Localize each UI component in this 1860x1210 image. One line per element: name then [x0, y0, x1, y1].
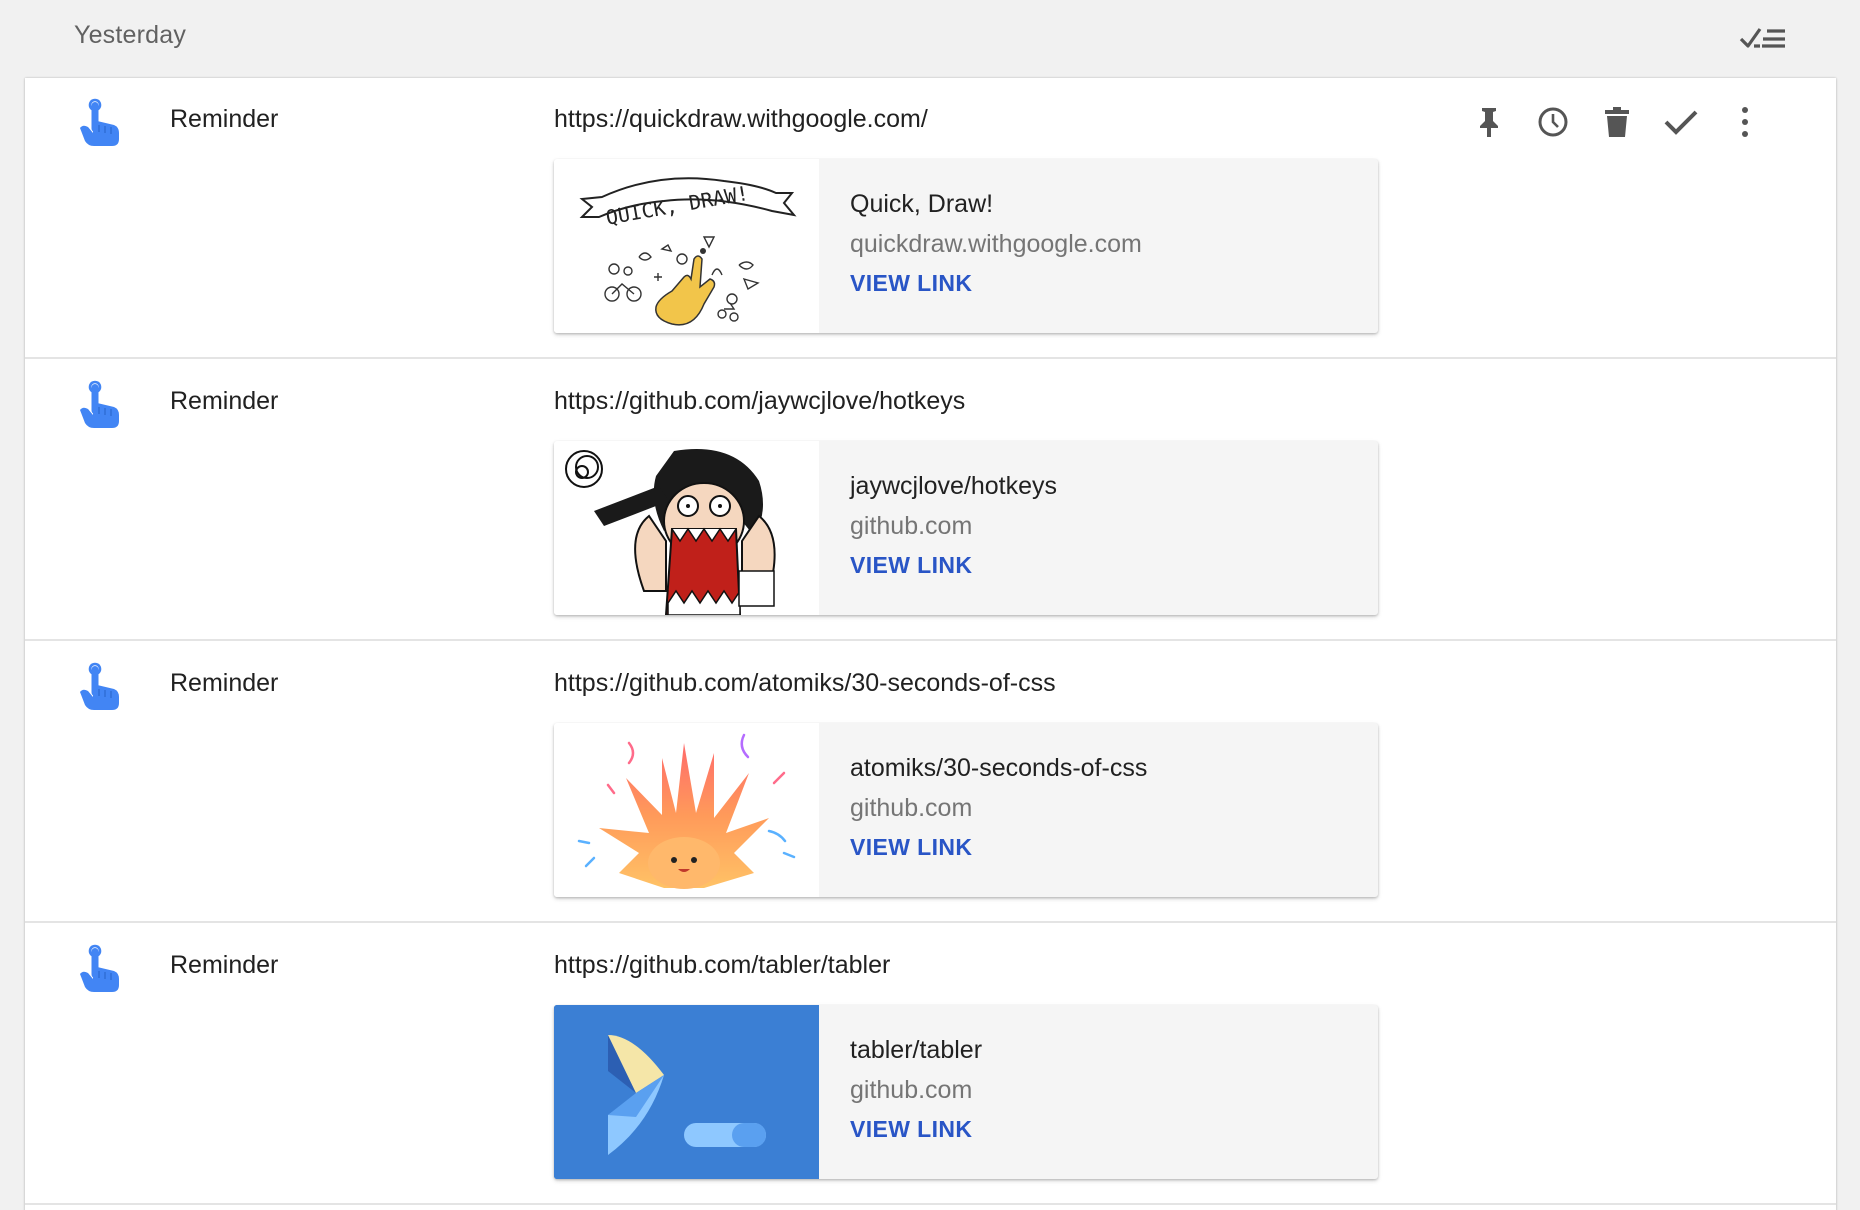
card-title: tabler/tabler: [850, 1036, 983, 1064]
item-url[interactable]: https://quickdraw.withgoogle.com/: [554, 105, 928, 134]
done-all-icon: [1739, 28, 1785, 48]
section-title: Yesterday: [74, 21, 187, 49]
view-link-button[interactable]: VIEW LINK: [850, 270, 972, 297]
card-title: Quick, Draw!: [850, 190, 994, 218]
quickdraw-thumbnail: QUICK, DRAW!: [554, 159, 819, 333]
view-link-button[interactable]: VIEW LINK: [850, 1116, 972, 1143]
view-link-button[interactable]: VIEW LINK: [850, 552, 972, 579]
reminder-finger-icon: [76, 380, 122, 430]
item-url[interactable]: https://github.com/tabler/tabler: [554, 951, 890, 980]
list-item[interactable]: Reminder https://github.com/jaywcjlove/h…: [25, 360, 1836, 641]
item-toolbar: [1465, 78, 1815, 168]
item-type-label: Reminder: [170, 105, 279, 133]
list-item[interactable]: Reminder https://quickdraw.withgoogle.co…: [25, 78, 1836, 359]
card-domain: github.com: [850, 512, 973, 540]
link-preview-card[interactable]: tabler/tabler github.com VIEW LINK: [554, 1005, 1378, 1179]
reminder-finger-icon: [76, 662, 122, 712]
reminder-finger-icon: [76, 98, 122, 148]
snooze-clock-icon: [1538, 107, 1568, 137]
30-seconds-of-css-thumbnail: [554, 723, 819, 897]
list-item[interactable]: Reminder https://github.com/atomiks/30-s…: [25, 642, 1836, 923]
item-type-label: Reminder: [170, 669, 279, 697]
trash-icon: [1605, 107, 1629, 137]
card-domain: github.com: [850, 1076, 973, 1104]
section-header: Yesterday: [0, 0, 1860, 78]
check-icon: [1664, 110, 1698, 135]
snooze-button[interactable]: [1529, 98, 1577, 146]
item-type-label: Reminder: [170, 951, 279, 979]
link-preview-card[interactable]: jaywcjlove/hotkeys github.com VIEW LINK: [554, 441, 1378, 615]
reminder-list: Reminder https://quickdraw.withgoogle.co…: [25, 78, 1836, 1210]
pin-button[interactable]: [1465, 98, 1513, 146]
reminder-finger-icon: [76, 944, 122, 994]
card-title: atomiks/30-seconds-of-css: [850, 754, 1148, 782]
mark-done-button[interactable]: [1657, 98, 1705, 146]
tabler-thumbnail: [554, 1005, 819, 1179]
card-title: jaywcjlove/hotkeys: [850, 472, 1058, 500]
view-link-button[interactable]: VIEW LINK: [850, 834, 972, 861]
hotkeys-thumbnail: [554, 441, 819, 615]
item-url[interactable]: https://github.com/jaywcjlove/hotkeys: [554, 387, 965, 416]
list-item[interactable]: Reminder https://github.com/tabler/table…: [25, 924, 1836, 1205]
delete-button[interactable]: [1593, 98, 1641, 146]
reminders-page: Yesterday Reminder https://quickdraw.wit…: [0, 0, 1860, 1210]
more-vert-icon: [1742, 107, 1748, 137]
link-preview-card[interactable]: atomiks/30-seconds-of-css github.com VIE…: [554, 723, 1378, 897]
link-preview-card[interactable]: QUICK, DRAW! Quick, Draw! quickdraw.with…: [554, 159, 1378, 333]
mark-all-done-button[interactable]: [1730, 14, 1796, 62]
more-options-button[interactable]: [1721, 98, 1769, 146]
card-domain: github.com: [850, 794, 973, 822]
item-url[interactable]: https://github.com/atomiks/30-seconds-of…: [554, 669, 1056, 698]
card-domain: quickdraw.withgoogle.com: [850, 230, 1142, 258]
item-type-label: Reminder: [170, 387, 279, 415]
pin-icon: [1480, 108, 1498, 137]
